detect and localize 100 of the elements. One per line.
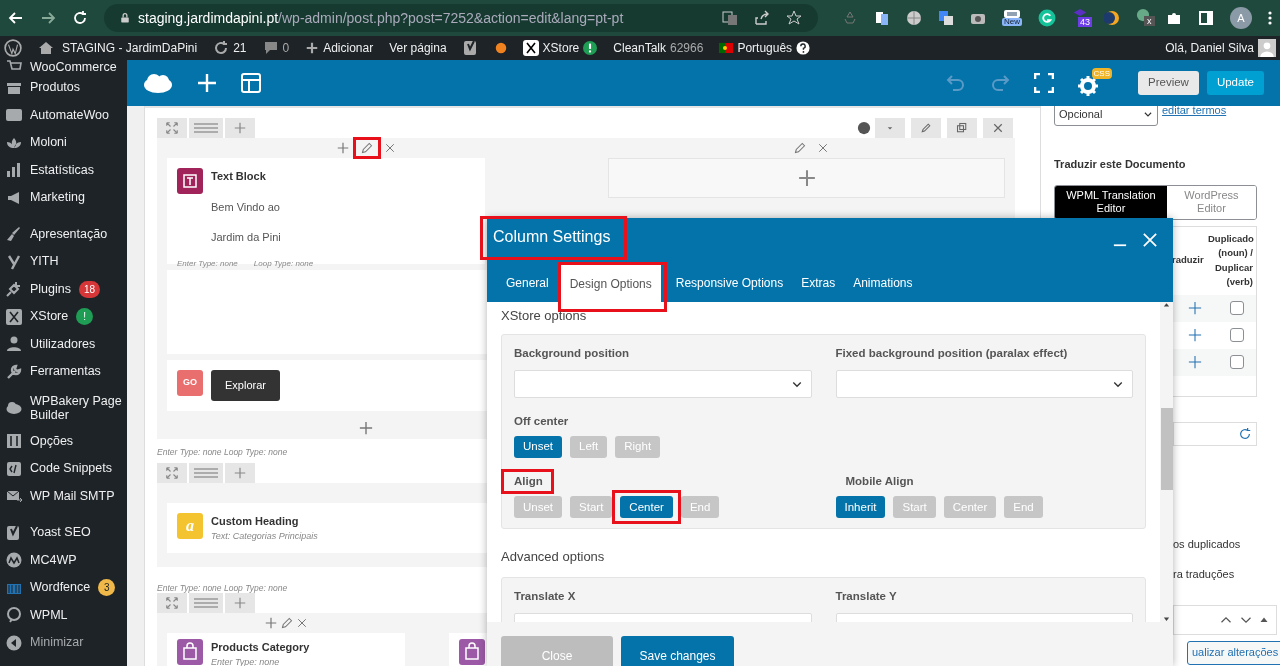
tab[interactable]: Animations (844, 264, 922, 302)
menu-item[interactable]: Minimizar (0, 629, 127, 657)
pencil-icon[interactable] (793, 142, 806, 154)
delete-button[interactable] (983, 118, 1013, 138)
view-page-link[interactable]: Ver página (389, 39, 447, 57)
comment-count[interactable]: 0 (282, 39, 290, 57)
address-bar[interactable]: staging.jardimdapini.pt/wp-admin/post.php?post=7252&action=edit&lang=pt-pt (104, 4, 818, 32)
gear-icon[interactable] (1078, 76, 1098, 96)
menu-item[interactable]: Estatísticas (0, 156, 127, 184)
cloud-logo-icon[interactable] (143, 72, 173, 94)
star-icon[interactable] (786, 10, 802, 26)
menu-item[interactable]: Utilizadores (0, 330, 127, 358)
menu-item[interactable]: Produtos (0, 74, 127, 102)
element-card[interactable]: Products Category Enter Type: none (167, 633, 405, 666)
tab[interactable]: Design Options (560, 265, 661, 303)
language-switcher[interactable]: Português (737, 39, 793, 57)
recycle-icon[interactable] (842, 10, 858, 26)
menu-item[interactable]: Moloni (0, 129, 127, 157)
crescent-icon[interactable] (1104, 10, 1120, 26)
account-greeting[interactable]: Olá, Daniel Silva (1165, 39, 1254, 57)
menu-item[interactable]: AutomateWoo (0, 101, 127, 129)
checkbox[interactable] (1230, 355, 1244, 369)
update-button[interactable]: ualizar alterações (1187, 640, 1280, 665)
expand-button[interactable] (157, 593, 187, 614)
close-icon[interactable] (384, 143, 395, 153)
expand-button[interactable] (157, 463, 187, 483)
menu-item[interactable]: WP Mail SMTP (0, 482, 127, 510)
menu-item[interactable]: Opções (0, 427, 127, 455)
menu-item[interactable]: MC4WP (0, 546, 127, 574)
add-icon[interactable] (265, 617, 277, 630)
menu-item[interactable]: WPML (0, 601, 127, 629)
scroll-thumb[interactable] (1160, 408, 1173, 490)
wordpress-icon[interactable] (4, 39, 22, 57)
plus-icon[interactable] (1188, 301, 1202, 315)
status-dot-icon[interactable] (857, 121, 871, 135)
yoast-icon[interactable] (462, 40, 479, 56)
menu-item[interactable]: XStore ! (0, 303, 127, 331)
search-field[interactable] (1173, 421, 1257, 446)
triangle-up-icon[interactable] (1260, 615, 1268, 624)
tab[interactable]: Extras (792, 264, 845, 302)
layout-button[interactable] (189, 593, 223, 614)
add-icon[interactable] (336, 142, 349, 154)
preview-button[interactable]: Preview (1138, 71, 1199, 95)
menu-item[interactable]: Code Snippets (0, 455, 127, 483)
save-button[interactable]: Save changes (621, 636, 734, 666)
select-field[interactable]: Opcional (1054, 106, 1158, 126)
explorar-button[interactable]: Explorar (211, 370, 280, 401)
plus-icon[interactable] (1188, 328, 1202, 342)
share-icon[interactable] (754, 10, 770, 26)
forward-icon[interactable] (40, 10, 56, 26)
pencil-icon[interactable] (360, 142, 373, 154)
edit-terms-link[interactable]: editar termos (1162, 106, 1227, 119)
xstore-link[interactable]: XStore (542, 39, 580, 57)
edit-button[interactable] (911, 118, 941, 138)
scrollbar[interactable] (1160, 302, 1173, 622)
translate-icon[interactable] (722, 10, 738, 26)
menu-item[interactable]: WPBakery Page Builder (0, 385, 127, 428)
tab[interactable]: General (497, 264, 558, 302)
checkbox[interactable] (1230, 328, 1244, 342)
fullscreen-icon[interactable] (1034, 73, 1054, 93)
menu-item[interactable]: YITH (0, 248, 127, 276)
menu-item[interactable]: Apresentação (0, 220, 127, 248)
add-button[interactable] (225, 593, 255, 614)
documents-icon[interactable] (874, 10, 890, 26)
option-button[interactable]: Unset (514, 436, 563, 458)
menu-item[interactable]: Wordfence 3 (0, 574, 127, 602)
status-dot-icon[interactable] (494, 42, 507, 54)
translate-icon[interactable] (938, 10, 954, 26)
select-field[interactable] (835, 369, 1133, 398)
plus-icon[interactable] (1188, 355, 1202, 369)
pencil-icon[interactable] (281, 617, 293, 630)
site-name-link[interactable]: STAGING - JardimDaPini (62, 39, 198, 57)
close-icon[interactable] (297, 618, 307, 629)
option-button[interactable]: Inherit (835, 496, 886, 519)
cleantalk-link[interactable]: CleanTalk (613, 39, 666, 57)
updates-count[interactable]: 21 (233, 39, 247, 57)
back-icon[interactable] (8, 10, 24, 26)
expand-button[interactable] (157, 118, 187, 138)
add-icon[interactable] (358, 421, 373, 435)
side-panel-icon[interactable] (1198, 10, 1214, 26)
menu-item[interactable]: Marketing (0, 184, 127, 212)
close-icon[interactable] (817, 143, 828, 153)
layout-icon[interactable] (241, 73, 261, 93)
menu-item[interactable]: Ferramentas (0, 358, 127, 386)
puzzle-icon[interactable] (1166, 10, 1182, 26)
globe-icon[interactable] (906, 10, 922, 26)
menu-item[interactable]: Plugins 18 (0, 275, 127, 303)
editor-toggle-selected[interactable]: WPML Translation Editor (1055, 185, 1167, 219)
new-link[interactable]: Adicionar (323, 39, 374, 57)
checkbox[interactable] (1230, 301, 1244, 315)
duplicate-button[interactable] (947, 118, 977, 138)
refresh-icon[interactable] (1238, 426, 1252, 441)
grammar-icon[interactable] (1038, 9, 1056, 27)
select-field[interactable] (514, 369, 812, 398)
tab[interactable]: Responsive Options (666, 264, 793, 302)
more-icon[interactable] (1268, 10, 1272, 26)
menu-item[interactable]: Yoast SEO (0, 519, 127, 547)
stripes-icon[interactable] (1004, 10, 1020, 18)
reload-icon[interactable] (72, 10, 88, 26)
option-button[interactable]: Center (620, 496, 673, 519)
